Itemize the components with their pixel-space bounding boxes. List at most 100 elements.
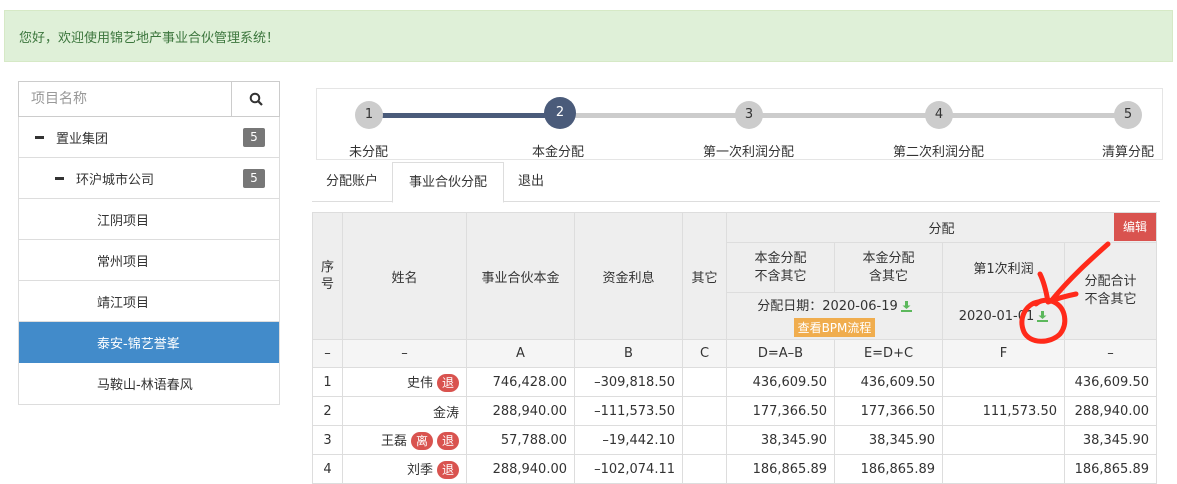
project-search bbox=[18, 81, 280, 117]
distribution-group-header: 分配 编辑 bbox=[726, 212, 1157, 243]
step-5-label: 清算分配 bbox=[1102, 145, 1155, 160]
edit-button[interactable]: 编辑 bbox=[1114, 213, 1156, 241]
step-progress-line bbox=[369, 113, 559, 118]
search-input[interactable] bbox=[19, 82, 231, 116]
view-bpm-button[interactable]: 查看BPM流程 bbox=[793, 318, 876, 337]
search-button[interactable] bbox=[231, 82, 279, 116]
row-principal-excl: 177,366.50 bbox=[726, 396, 835, 426]
tree-item-project[interactable]: 靖江项目 bbox=[19, 281, 279, 322]
row-other bbox=[682, 454, 727, 484]
row-seq: 3 bbox=[312, 425, 343, 455]
search-icon bbox=[249, 92, 263, 106]
row-total: 288,940.00 bbox=[1064, 396, 1157, 426]
project-tree: 置业集团 5 环沪城市公司 5 江阴项目 常州项目 靖江项目 泰安-锦艺誉峯 马… bbox=[18, 117, 280, 405]
row-principal-incl: 186,865.89 bbox=[834, 454, 943, 484]
tab-partner-distribution[interactable]: 事业合伙分配 bbox=[392, 162, 505, 203]
formula-cell: E=D+C bbox=[834, 339, 943, 368]
step-1-label: 未分配 bbox=[349, 145, 389, 160]
distribution-date: 分配日期：2020-06-19 bbox=[757, 299, 898, 314]
col-total-header: 分配合计 不含其它 bbox=[1064, 242, 1157, 340]
profit-date-cell: 2020-01-01 bbox=[942, 292, 1065, 340]
tree-item-project-active[interactable]: 泰安-锦艺誉峯 bbox=[19, 322, 279, 363]
row-total: 436,609.50 bbox=[1064, 367, 1157, 397]
row-principal-incl: 177,366.50 bbox=[834, 396, 943, 426]
formula-cell: B bbox=[574, 339, 683, 368]
step-2-circle[interactable]: 2 bbox=[544, 97, 576, 129]
count-badge: 5 bbox=[243, 128, 265, 147]
tree-item-city-company[interactable]: 环沪城市公司 5 bbox=[19, 158, 279, 199]
row-name: 史伟退 bbox=[342, 367, 467, 397]
row-profit-1 bbox=[942, 454, 1065, 484]
tree-item-project[interactable]: 马鞍山-林语春风 bbox=[19, 363, 279, 404]
row-name: 王磊离退 bbox=[342, 425, 467, 455]
row-interest: –111,573.50 bbox=[574, 396, 683, 426]
row-principal-incl: 38,345.90 bbox=[834, 425, 943, 455]
row-other bbox=[682, 425, 727, 455]
download-icon[interactable] bbox=[1037, 310, 1049, 322]
leave-tag: 离 bbox=[410, 432, 433, 450]
row-profit-1 bbox=[942, 425, 1065, 455]
formula-cell: – bbox=[1064, 339, 1157, 368]
tree-item-project[interactable]: 常州项目 bbox=[19, 240, 279, 281]
step-4-circle[interactable]: 4 bbox=[925, 101, 953, 129]
step-3-circle[interactable]: 3 bbox=[735, 101, 763, 129]
step-1-circle[interactable]: 1 bbox=[355, 101, 383, 129]
row-capital: 288,940.00 bbox=[466, 396, 575, 426]
row-principal-excl: 186,865.89 bbox=[726, 454, 835, 484]
step-2-label: 本金分配 bbox=[532, 145, 585, 160]
tree-item-label: 泰安-锦艺誉峯 bbox=[97, 336, 180, 352]
partner-name: 金涛 bbox=[432, 405, 459, 421]
tree-item-label: 马鞍山-林语春风 bbox=[97, 378, 193, 393]
tree-item-label: 常州项目 bbox=[97, 254, 150, 270]
row-capital: 288,940.00 bbox=[466, 454, 575, 484]
row-principal-incl: 436,609.50 bbox=[834, 367, 943, 397]
exit-tag: 退 bbox=[436, 374, 459, 392]
table-row: 4 刘季退 288,940.00 –102,074.11 186,865.89 … bbox=[312, 454, 1157, 484]
formula-cell: C bbox=[682, 339, 727, 368]
col-capital-header: 事业合伙本金 bbox=[466, 212, 575, 340]
tab-exit[interactable]: 退出 bbox=[504, 162, 558, 201]
col-principal-excl-header: 本金分配 不含其它 bbox=[726, 242, 835, 293]
download-icon[interactable] bbox=[900, 301, 912, 312]
tree-item-group[interactable]: 置业集团 5 bbox=[19, 117, 279, 158]
row-other bbox=[682, 367, 727, 397]
collapse-icon[interactable] bbox=[35, 135, 44, 139]
partner-name: 王磊 bbox=[380, 434, 407, 449]
tab-accounts[interactable]: 分配账户 bbox=[312, 162, 392, 201]
step-3-label: 第一次利润分配 bbox=[703, 145, 795, 160]
tree-item-label: 置业集团 bbox=[56, 131, 109, 147]
col-interest-header: 资金利息 bbox=[574, 212, 683, 340]
tree-item-project[interactable]: 江阴项目 bbox=[19, 199, 279, 240]
row-interest: –102,074.11 bbox=[574, 454, 683, 484]
step-4-label: 第二次利润分配 bbox=[893, 145, 985, 160]
distribution-table: 序号 姓名 事业合伙本金 资金利息 其它 分配 编辑 本金分配 不含其它 本金分… bbox=[312, 212, 1157, 484]
collapse-icon[interactable] bbox=[55, 176, 64, 180]
row-interest: –309,818.50 bbox=[574, 367, 683, 397]
tab-bar: 分配账户 事业合伙分配 退出 bbox=[312, 162, 1160, 203]
formula-cell: D=A–B bbox=[726, 339, 835, 368]
welcome-banner: 您好，欢迎使用锦艺地产事业合伙管理系统！ bbox=[4, 10, 1173, 62]
count-badge: 5 bbox=[243, 169, 265, 188]
row-total: 38,345.90 bbox=[1064, 425, 1157, 455]
distribution-label: 分配 bbox=[928, 222, 955, 237]
row-capital: 57,788.00 bbox=[466, 425, 575, 455]
step-5-circle[interactable]: 5 bbox=[1114, 101, 1142, 129]
row-name: 刘季退 bbox=[342, 454, 467, 484]
row-other bbox=[682, 396, 727, 426]
col-principal-incl-header: 本金分配 含其它 bbox=[834, 242, 943, 293]
col-profit-1-header: 第1次利润 bbox=[942, 242, 1065, 293]
col-other-header: 其它 bbox=[682, 212, 727, 340]
row-principal-excl: 436,609.50 bbox=[726, 367, 835, 397]
row-seq: 2 bbox=[312, 396, 343, 426]
formula-cell: F bbox=[942, 339, 1065, 368]
table-row: 2 金涛 288,940.00 –111,573.50 177,366.50 1… bbox=[312, 396, 1157, 426]
step-remaining-line bbox=[559, 113, 1129, 118]
formula-cell: – bbox=[342, 339, 467, 368]
formula-cell: – bbox=[312, 339, 343, 368]
row-profit-1 bbox=[942, 367, 1065, 397]
formula-row: – – A B C D=A–B E=D+C F – bbox=[312, 339, 1157, 368]
tree-item-label: 江阴项目 bbox=[97, 213, 150, 229]
row-seq: 1 bbox=[312, 367, 343, 397]
row-interest: –19,442.10 bbox=[574, 425, 683, 455]
row-principal-excl: 38,345.90 bbox=[726, 425, 835, 455]
